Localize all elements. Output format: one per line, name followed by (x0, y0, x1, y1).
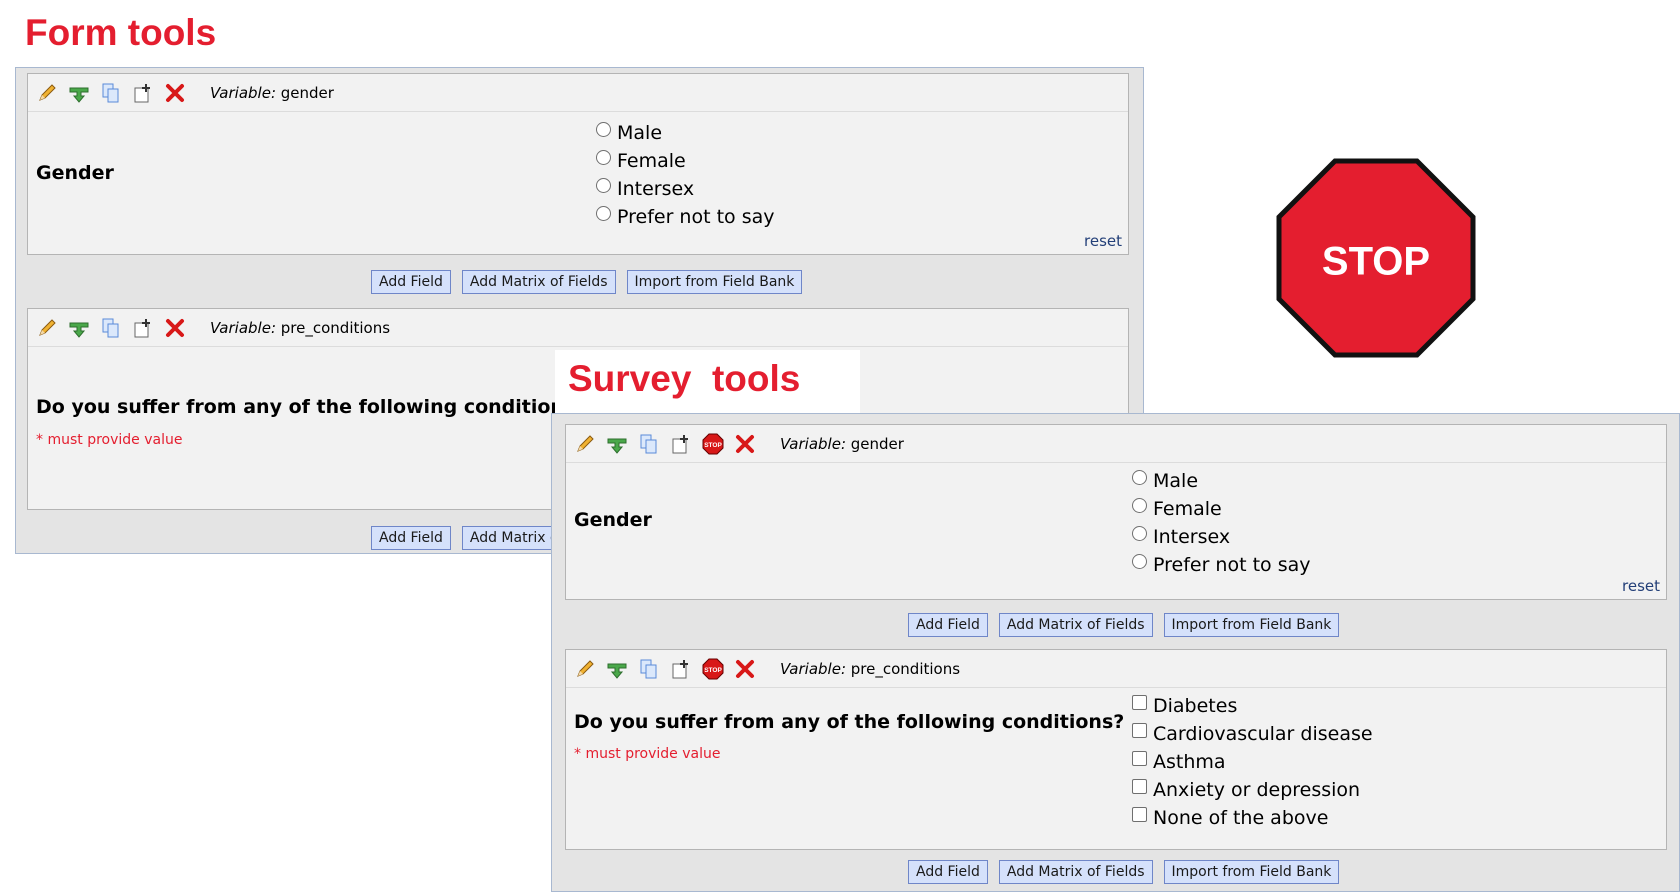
radio-option-prefer-not[interactable]: Prefer not to say (596, 203, 775, 231)
checkbox[interactable] (1132, 722, 1147, 738)
checkbox-option-asthma[interactable]: Asthma (1132, 748, 1373, 776)
checkbox-option-diabetes[interactable]: Diabetes (1132, 692, 1373, 720)
checkbox-option-none[interactable]: None of the above (1132, 804, 1373, 832)
import-field-bank-button[interactable]: Import from Field Bank (1163, 613, 1340, 637)
checkbox-option-anxiety[interactable]: Anxiety or depression (1132, 776, 1373, 804)
radio-button[interactable] (596, 177, 611, 193)
import-field-bank-button[interactable]: Import from Field Bank (626, 270, 803, 294)
variable-name: Variable: gender (780, 434, 904, 453)
reset-link[interactable]: reset (1084, 232, 1122, 250)
survey-field-gender: STOP Variable: gender Gender Male Female… (565, 424, 1667, 600)
add-field-buttons-bottom: Add Field Add Matrix of Fields Import fr… (908, 860, 1350, 884)
stop-sign-text: STOP (1322, 240, 1430, 284)
radio-button[interactable] (596, 121, 611, 137)
add-field-button[interactable]: Add Field (371, 526, 451, 550)
stop-action-icon[interactable]: STOP (702, 658, 724, 680)
variable-name: Variable: pre_conditions (780, 659, 961, 678)
form-field-gender: Variable: gender Gender Male Female Inte… (27, 73, 1129, 255)
branching-arrow-icon[interactable] (68, 82, 90, 104)
branching-arrow-icon[interactable] (606, 433, 628, 455)
radio-button[interactable] (1132, 553, 1147, 569)
branching-arrow-icon[interactable] (606, 658, 628, 680)
form-tools-heading: Form tools (25, 12, 217, 53)
add-field-button[interactable]: Add Field (908, 613, 988, 637)
add-matrix-button[interactable]: Add Matrix of Fields (998, 860, 1153, 884)
move-icon[interactable] (132, 317, 154, 339)
survey-tools-panel: STOP Variable: gender Gender Male Female… (551, 413, 1680, 892)
stop-sign-icon: STOP (1276, 158, 1476, 358)
question-label: Do you suffer from any of the following … (574, 711, 1125, 733)
add-matrix-button[interactable]: Add Matrix of Fields (998, 613, 1153, 637)
radio-option-intersex[interactable]: Intersex (596, 175, 775, 203)
move-icon[interactable] (670, 658, 692, 680)
copy-icon[interactable] (100, 82, 122, 104)
copy-icon[interactable] (100, 317, 122, 339)
checkbox-options: Diabetes Cardiovascular disease Asthma A… (1132, 692, 1373, 832)
variable-name: Variable: gender (210, 83, 334, 102)
pencil-icon[interactable] (36, 317, 58, 339)
radio-button[interactable] (1132, 469, 1147, 485)
radio-option-female[interactable]: Female (596, 147, 775, 175)
copy-icon[interactable] (638, 658, 660, 680)
radio-option-male[interactable]: Male (1132, 467, 1311, 495)
checkbox-option-cardiovascular[interactable]: Cardiovascular disease (1132, 720, 1373, 748)
checkbox[interactable] (1132, 806, 1147, 822)
branching-arrow-icon[interactable] (68, 317, 90, 339)
svg-text:STOP: STOP (704, 667, 722, 674)
pencil-icon[interactable] (36, 82, 58, 104)
radio-option-female[interactable]: Female (1132, 495, 1311, 523)
move-icon[interactable] (132, 82, 154, 104)
checkbox[interactable] (1132, 778, 1147, 794)
radio-options: Male Female Intersex Prefer not to say (596, 119, 775, 231)
radio-option-intersex[interactable]: Intersex (1132, 523, 1311, 551)
delete-icon[interactable] (734, 658, 756, 680)
copy-icon[interactable] (638, 433, 660, 455)
field-toolbar: STOP Variable: gender (566, 425, 1666, 463)
checkbox[interactable] (1132, 750, 1147, 766)
survey-field-pre-conditions: STOP Variable: pre_conditions Do you suf… (565, 649, 1667, 850)
question-label: Gender (574, 509, 652, 531)
pencil-icon[interactable] (574, 658, 596, 680)
move-icon[interactable] (670, 433, 692, 455)
question-label: Do you suffer from any of the following … (36, 396, 587, 418)
radio-button[interactable] (596, 205, 611, 221)
svg-text:STOP: STOP (704, 442, 722, 449)
pencil-icon[interactable] (574, 433, 596, 455)
field-toolbar: STOP Variable: pre_conditions (566, 650, 1666, 688)
radio-option-male[interactable]: Male (596, 119, 775, 147)
add-field-button[interactable]: Add Field (371, 270, 451, 294)
add-field-button[interactable]: Add Field (908, 860, 988, 884)
radio-button[interactable] (596, 149, 611, 165)
reset-link[interactable]: reset (1622, 577, 1660, 595)
radio-options: Male Female Intersex Prefer not to say (1132, 467, 1311, 579)
required-note: * must provide value (36, 432, 183, 448)
radio-button[interactable] (1132, 497, 1147, 513)
radio-option-prefer-not[interactable]: Prefer not to say (1132, 551, 1311, 579)
field-toolbar: Variable: pre_conditions (28, 309, 1128, 347)
add-field-buttons: Add Field Add Matrix of Fields Import fr… (908, 613, 1350, 637)
delete-icon[interactable] (164, 317, 186, 339)
stop-action-icon[interactable]: STOP (702, 433, 724, 455)
required-note: * must provide value (574, 746, 721, 762)
field-toolbar: Variable: gender (28, 74, 1128, 112)
add-field-buttons: Add Field Add Matrix of Fields Import fr… (371, 270, 813, 294)
radio-button[interactable] (1132, 525, 1147, 541)
checkbox[interactable] (1132, 694, 1147, 710)
delete-icon[interactable] (164, 82, 186, 104)
question-label: Gender (36, 162, 114, 184)
import-field-bank-button[interactable]: Import from Field Bank (1163, 860, 1340, 884)
survey-tools-heading: Survey tools (568, 358, 801, 399)
variable-name: Variable: pre_conditions (210, 318, 391, 337)
delete-icon[interactable] (734, 433, 756, 455)
add-matrix-button[interactable]: Add Matrix of Fields (461, 270, 616, 294)
